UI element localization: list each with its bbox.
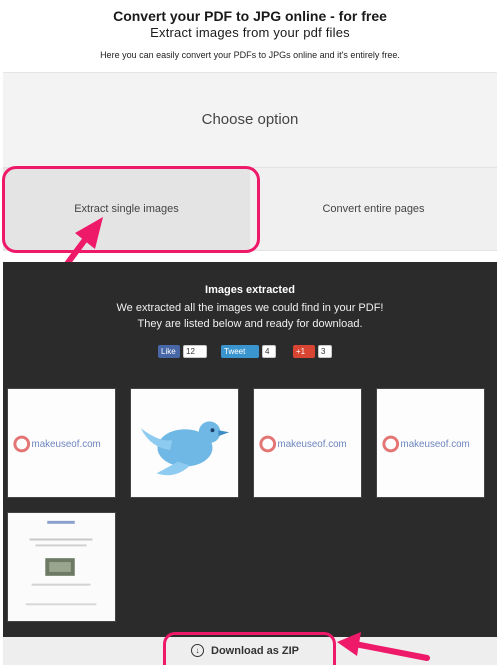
extracted-image-thumbnail[interactable]: makeuseof.com [7,388,116,498]
makeuseof-logo-image: makeuseof.com [377,389,484,497]
results-line-1: We extracted all the images we could fin… [116,302,384,314]
logo-text: makeuseof.com [278,439,347,450]
makeuseof-logo-image: makeuseof.com [8,389,115,497]
page-title: Convert your PDF to JPG online - for fre… [113,8,387,24]
highlight-box-option [2,166,260,253]
choose-option-label: Choose option [201,111,299,128]
google-plus-count: 3 [318,345,332,358]
choose-option-panel: Choose option [3,72,497,168]
extracted-image-thumbnail[interactable] [130,388,239,498]
facebook-like-button[interactable]: Like [158,345,180,358]
social-buttons: Like 12 Tweet 4 +1 3 [3,345,497,359]
results-panel: Images extracted We extracted all the im… [3,262,497,665]
highlight-box-download [163,632,336,665]
document-page-image [8,513,115,621]
extracted-image-thumbnail[interactable] [7,512,116,622]
twitter-tweet-count: 4 [262,345,276,358]
convert-entire-pages-option[interactable]: Convert entire pages [250,168,497,250]
twitter-bird-image [131,389,238,497]
results-title: Images extracted [205,284,295,296]
extracted-image-thumbnail[interactable]: makeuseof.com [253,388,362,498]
twitter-tweet-button[interactable]: Tweet [221,345,259,358]
page-description: Here you can easily convert your PDFs to… [100,50,400,60]
makeuseof-logo-image: makeuseof.com [254,389,361,497]
extracted-image-thumbnail[interactable]: makeuseof.com [376,388,485,498]
page-subtitle: Extract images from your pdf files [150,25,350,40]
logo-text: makeuseof.com [32,439,101,450]
facebook-like-count: 12 [183,345,207,358]
facebook-like-label: Like [161,347,176,356]
logo-text: makeuseof.com [401,439,470,450]
page-header: Convert your PDF to JPG online - for fre… [0,0,500,72]
results-line-2: They are listed below and ready for down… [137,318,363,330]
google-plus-label: +1 [296,347,306,356]
twitter-tweet-label: Tweet [224,347,246,356]
google-plus-button[interactable]: +1 [293,345,315,358]
